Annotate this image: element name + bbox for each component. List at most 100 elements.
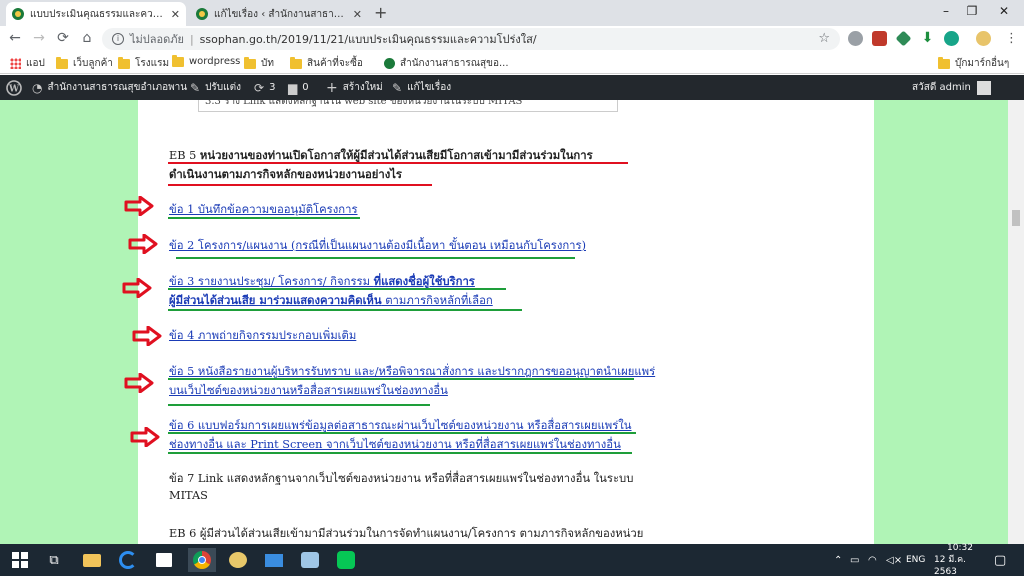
red-arrow-icon [132, 326, 162, 346]
item3-bold-text: ที่แสดงชื่อผู้ใช้บริการ [373, 274, 475, 288]
item1-link[interactable]: ข้อ 1 บันทึกข้อความขออนุมัติโครงการ [169, 200, 358, 218]
comments-count: 0 [302, 82, 309, 93]
bookmark-apps[interactable]: แอป [10, 56, 45, 71]
item3-text: ตามภารกิจหลักที่เลือก [381, 294, 493, 307]
network-icon[interactable]: ▭ [850, 544, 859, 576]
wp-new-content[interactable]: + สร้างใหม่ [326, 75, 383, 100]
bookmark-folder[interactable]: สินค้าที่จะซื้อ [290, 56, 363, 71]
back-icon[interactable]: ← [6, 30, 24, 46]
pencil-icon: ✎ [392, 80, 403, 95]
notifications-icon[interactable]: ▢ [994, 544, 1006, 576]
bookmark-label: บัท [261, 58, 274, 69]
red-arrow-icon [122, 278, 152, 298]
site-favicon-icon [12, 8, 24, 20]
item5-link-line2[interactable]: บนเว็บไซต์ของหน่วยงานหรือสื่อสารเผยแพร่ใ… [169, 381, 448, 399]
photos-icon[interactable] [298, 548, 322, 572]
wp-account[interactable]: สวัสดี admin [912, 75, 991, 100]
pdf-extension-icon[interactable] [872, 31, 887, 46]
other-bookmarks[interactable]: บุ๊กมาร์กอื่นๆ [938, 56, 1009, 71]
windows-taskbar: ⧉ ⌃ ▭ ◠ ◁× ENG 10:32 12 มี.ค. 2563 ▢ [0, 543, 1024, 576]
eb5-prefix: EB 5 [169, 149, 200, 162]
close-tab-icon[interactable]: ✕ [353, 8, 362, 21]
download-icon[interactable]: ⬇ [920, 31, 935, 46]
close-window-button[interactable]: ✕ [994, 4, 1014, 18]
store-icon[interactable] [152, 548, 176, 572]
bookmark-folder[interactable]: บัท [244, 56, 274, 71]
home-icon[interactable]: ⌂ [78, 30, 96, 46]
folder-icon [172, 54, 184, 67]
wifi-icon[interactable]: ◠ [868, 544, 877, 576]
customize-label: ปรับแต่ง [205, 82, 241, 93]
green-annotation-underline [168, 217, 360, 219]
screen: แบบประเมินคุณธรรมและความโปร่งใสฯ ✕ แก้ไข… [0, 0, 1024, 576]
menu-icon[interactable]: ⋮ [1004, 31, 1019, 46]
windows-start-icon[interactable] [8, 548, 32, 572]
bookmark-folder[interactable]: เว็บลูกค้า [56, 56, 113, 71]
clock[interactable]: 10:32 12 มี.ค. 2563 [934, 543, 986, 576]
mail-icon[interactable] [262, 548, 286, 572]
scrollbar-thumb[interactable] [1012, 210, 1020, 226]
item7-text-line1: ข้อ 7 Link แสดงหลักฐานจากเว็บไซต์ของหน่ว… [169, 472, 634, 485]
file-explorer-icon[interactable] [80, 548, 104, 572]
green-annotation-underline [168, 432, 636, 434]
edge-icon[interactable] [116, 548, 140, 572]
address-bar[interactable]: i ไม่ปลอดภัย | ssophan.go.th/2019/11/21/… [102, 28, 840, 50]
greeting-label: สวัสดี admin [912, 82, 971, 93]
bookmark-folder[interactable]: wordpress [172, 54, 241, 67]
item6-link-line2[interactable]: ช่องทางอื่น และ Print Screen จากเว็บไซต์… [169, 435, 621, 453]
new-tab-button[interactable]: + [374, 3, 387, 22]
bookmark-site[interactable]: สำนักงานสาธารณสุขอ... [384, 56, 509, 71]
item2-link[interactable]: ข้อ 2 โครงการ/แผนงาน (กรณีที่เป็นแผนงานต… [169, 236, 586, 254]
language-indicator[interactable]: ENG [906, 544, 925, 576]
bookmark-label: เว็บลูกค้า [73, 58, 113, 69]
green-annotation-underline [168, 378, 634, 380]
line-app-icon[interactable] [334, 548, 358, 572]
forward-icon[interactable]: → [30, 30, 48, 46]
comment-icon: ▆ [288, 80, 298, 95]
chrome-icon[interactable] [188, 548, 216, 572]
page-scrollbar[interactable] [1008, 100, 1024, 544]
task-view-icon[interactable]: ⧉ [42, 548, 66, 572]
item4-link[interactable]: ข้อ 4 ภาพถ่ายกิจกรรมประกอบเพิ่มเติม [169, 326, 356, 344]
updates-count: 3 [269, 82, 276, 93]
bookmark-star-icon[interactable]: ☆ [818, 31, 830, 46]
close-tab-icon[interactable]: ✕ [171, 8, 180, 21]
divider: | [189, 32, 194, 46]
green-annotation-underline [168, 452, 632, 454]
profile-avatar[interactable] [976, 31, 991, 46]
volume-icon[interactable]: ◁× [886, 544, 902, 576]
url-text: ssophan.go.th/2019/11/21/แบบประเมินคุณธร… [199, 33, 537, 46]
green-annotation-underline [168, 404, 430, 406]
maximize-button[interactable]: ❐ [962, 4, 982, 18]
reload-icon[interactable]: ⟳ [54, 30, 72, 46]
site-favicon-icon [384, 58, 395, 69]
bookmark-label: สำนักงานสาธารณสุขอ... [400, 58, 509, 69]
item3-text: ข้อ 3 รายงานประชุม/ โครงการ/ กิจกรรม [169, 275, 374, 288]
dashboard-icon: ◔ [32, 80, 43, 95]
paint-icon[interactable] [226, 548, 250, 572]
wp-updates[interactable]: ⟳ 3 [254, 75, 275, 100]
item3-bold-text: ผู้มีส่วนได้ส่วนเสีย มาร่วมแสดงความคิดเห… [169, 293, 382, 307]
item3-link-line2[interactable]: ผู้มีส่วนได้ส่วนเสีย มาร่วมแสดงความคิดเห… [169, 291, 493, 309]
bookmark-label: wordpress [189, 56, 241, 67]
wp-comments[interactable]: ▆ 0 [288, 75, 309, 100]
bookmark-folder[interactable]: โรงแรม [118, 56, 169, 71]
minimize-button[interactable]: – [936, 4, 956, 18]
extension-icon[interactable] [848, 31, 863, 46]
clock-time: 10:32 [947, 543, 973, 553]
bookmark-label: โรงแรม [135, 58, 170, 69]
tab-inactive[interactable]: แก้ไขเรื่อง ‹ สำนักงานสาธารณสุขอำเภอ ✕ [190, 2, 368, 26]
wp-customize[interactable]: ✎ ปรับแต่ง [190, 75, 241, 100]
grammarly-icon[interactable] [944, 31, 959, 46]
browser-toolbar: ← → ⟳ ⌂ i ไม่ปลอดภัย | ssophan.go.th/201… [0, 26, 1024, 52]
updates-icon: ⟳ [254, 80, 265, 95]
wp-site-name[interactable]: ◔ สำนักงานสาธารณสุขอำเภอพาน [32, 75, 187, 100]
wp-edit-post[interactable]: ✎ แก้ไขเรื่อง [392, 75, 451, 100]
folder-icon [118, 56, 130, 69]
wordpress-logo-icon[interactable]: W [6, 75, 22, 100]
eb6-heading: EB 6 ผู้มีส่วนได้ส่วนเสียเข้ามามีส่วนร่ว… [169, 527, 644, 540]
green-annotation-underline [168, 288, 506, 290]
info-icon[interactable]: i [112, 33, 124, 45]
tab-active[interactable]: แบบประเมินคุณธรรมและความโปร่งใสฯ ✕ [6, 2, 186, 26]
show-hidden-icons-icon[interactable]: ⌃ [834, 544, 842, 576]
